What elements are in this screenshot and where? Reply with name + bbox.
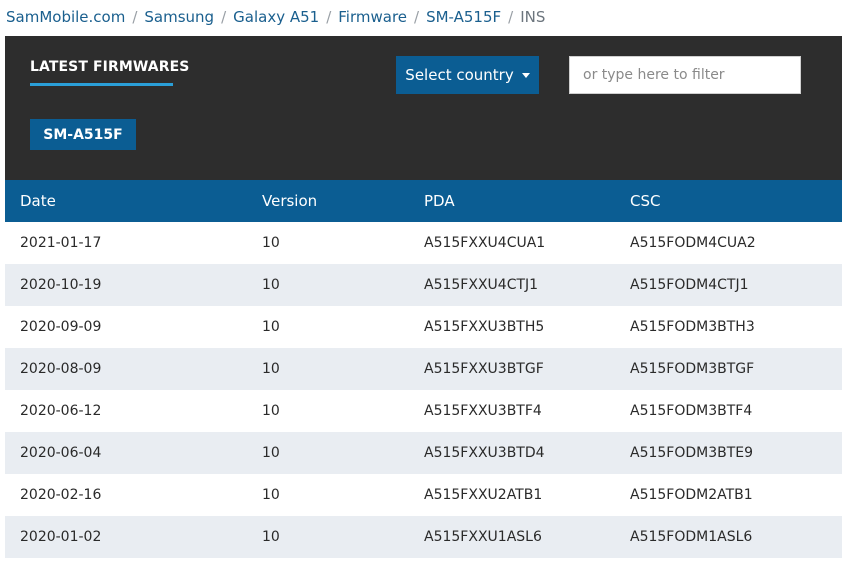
header-csc: CSC [630, 192, 661, 210]
header-version: Version [262, 192, 318, 210]
breadcrumb-current: INS [520, 8, 546, 26]
firmware-table: Date Version PDA CSC 2021-01-17 10 A515F… [5, 180, 842, 558]
cell-csc: A515FODM1ASL6 [630, 529, 753, 545]
cell-csc: A515FODM4CUA2 [630, 235, 756, 251]
cell-version: 10 [262, 487, 280, 503]
cell-csc: A515FODM3BTH3 [630, 319, 755, 335]
cell-csc: A515FODM3BTE9 [630, 445, 754, 461]
panel-title: LATEST FIRMWARES [30, 59, 190, 75]
cell-pda: A515FXXU2ATB1 [424, 487, 543, 503]
table-row[interactable]: 2020-06-12 10 A515FXXU3BTF4 A515FODM3BTF… [5, 390, 842, 432]
cell-csc: A515FODM4CTJ1 [630, 277, 749, 293]
breadcrumb-samsung[interactable]: Samsung [144, 8, 214, 26]
breadcrumb-separator: / [508, 8, 514, 26]
cell-date: 2020-02-16 [20, 487, 102, 503]
cell-pda: A515FXXU3BTF4 [424, 403, 542, 419]
header-pda: PDA [424, 192, 455, 210]
filter-input[interactable] [569, 56, 801, 94]
model-tag-button[interactable]: SM-A515F [30, 119, 136, 150]
cell-pda: A515FXXU4CUA1 [424, 235, 546, 251]
firmware-panel: LATEST FIRMWARES Select country SM-A515F [5, 36, 842, 180]
title-underline [30, 83, 173, 86]
breadcrumb-separator: / [414, 8, 420, 26]
cell-date: 2020-10-19 [20, 277, 102, 293]
cell-date: 2020-06-12 [20, 403, 102, 419]
caret-down-icon [521, 73, 530, 78]
cell-date: 2020-01-02 [20, 529, 102, 545]
cell-version: 10 [262, 361, 280, 377]
cell-csc: A515FODM3BTF4 [630, 403, 753, 419]
table-row[interactable]: 2021-01-17 10 A515FXXU4CUA1 A515FODM4CUA… [5, 222, 842, 264]
select-country-button[interactable]: Select country [396, 56, 539, 94]
table-row[interactable]: 2020-08-09 10 A515FXXU3BTGF A515FODM3BTG… [5, 348, 842, 390]
table-row[interactable]: 2020-10-19 10 A515FXXU4CTJ1 A515FODM4CTJ… [5, 264, 842, 306]
breadcrumb-separator: / [221, 8, 227, 26]
header-date: Date [20, 192, 56, 210]
cell-version: 10 [262, 319, 280, 335]
cell-version: 10 [262, 445, 280, 461]
breadcrumb-firmware[interactable]: Firmware [338, 8, 407, 26]
breadcrumb-separator: / [132, 8, 138, 26]
table-row[interactable]: 2020-01-02 10 A515FXXU1ASL6 A515FODM1ASL… [5, 516, 842, 558]
cell-pda: A515FXXU1ASL6 [424, 529, 542, 545]
table-row[interactable]: 2020-09-09 10 A515FXXU3BTH5 A515FODM3BTH… [5, 306, 842, 348]
cell-version: 10 [262, 235, 280, 251]
cell-date: 2020-09-09 [20, 319, 102, 335]
cell-version: 10 [262, 403, 280, 419]
cell-pda: A515FXXU4CTJ1 [424, 277, 539, 293]
cell-pda: A515FXXU3BTD4 [424, 445, 545, 461]
cell-csc: A515FODM3BTGF [630, 361, 755, 377]
breadcrumb-model[interactable]: SM-A515F [426, 8, 501, 26]
cell-csc: A515FODM2ATB1 [630, 487, 753, 503]
table-row[interactable]: 2020-06-04 10 A515FXXU3BTD4 A515FODM3BTE… [5, 432, 842, 474]
cell-pda: A515FXXU3BTGF [424, 361, 544, 377]
breadcrumb: SamMobile.com / Samsung / Galaxy A51 / F… [6, 6, 545, 28]
cell-date: 2021-01-17 [20, 235, 102, 251]
cell-version: 10 [262, 277, 280, 293]
breadcrumb-galaxy-a51[interactable]: Galaxy A51 [233, 8, 319, 26]
breadcrumb-separator: / [326, 8, 332, 26]
breadcrumb-sammobile[interactable]: SamMobile.com [6, 8, 125, 26]
cell-date: 2020-08-09 [20, 361, 102, 377]
table-header: Date Version PDA CSC [5, 180, 842, 222]
select-country-label: Select country [405, 66, 514, 84]
cell-date: 2020-06-04 [20, 445, 102, 461]
cell-pda: A515FXXU3BTH5 [424, 319, 545, 335]
table-row[interactable]: 2020-02-16 10 A515FXXU2ATB1 A515FODM2ATB… [5, 474, 842, 516]
cell-version: 10 [262, 529, 280, 545]
